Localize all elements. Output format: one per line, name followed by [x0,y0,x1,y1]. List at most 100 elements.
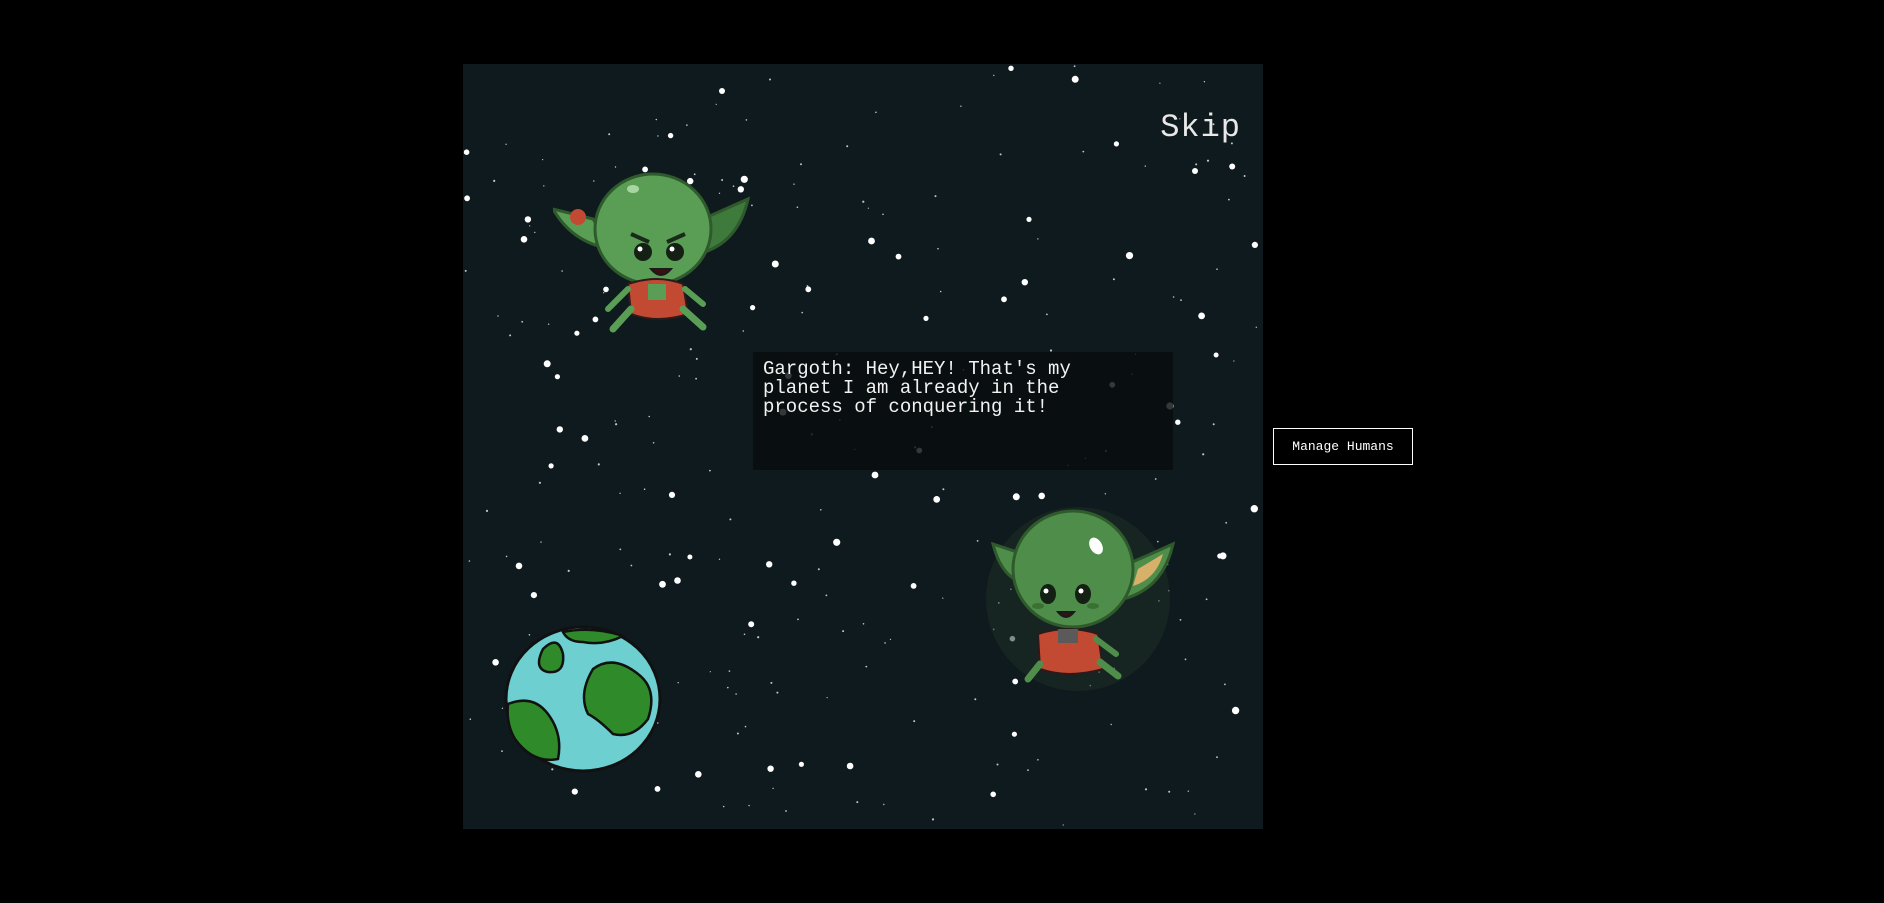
dialog-box: Gargoth: Hey,HEY! That's my planet I am … [753,352,1173,470]
star [1184,658,1187,661]
star [1104,493,1107,495]
gargoth-alien-sprite [553,172,751,333]
star [735,693,737,695]
star [1213,352,1219,358]
star [468,560,471,562]
star [1233,360,1235,362]
star [729,518,732,521]
star [619,492,621,494]
star [1202,453,1205,456]
star [659,580,666,588]
star [797,618,799,621]
star [1026,216,1032,222]
star [654,786,661,792]
star [509,334,512,337]
star [567,569,570,572]
star [464,269,467,272]
star [801,311,803,314]
star [796,206,799,208]
star [1159,82,1161,84]
star [748,804,750,807]
star [910,583,917,589]
star [1112,278,1115,281]
star [520,236,528,243]
star [937,247,939,250]
star [1224,683,1226,686]
star [493,179,496,182]
star [1250,505,1258,513]
star [657,135,659,137]
star [865,665,868,668]
star [960,105,962,107]
star [805,286,812,293]
star [542,159,544,161]
star [677,682,679,684]
star [667,132,674,139]
star [1062,824,1064,826]
star [791,580,797,586]
star [942,488,945,491]
star [554,374,560,380]
star [709,671,711,673]
star [652,442,655,444]
star [875,111,877,114]
star [1216,268,1218,270]
star [540,541,542,543]
star [619,548,622,551]
star [718,558,721,560]
star [833,538,841,546]
star [883,803,885,806]
star [469,718,472,720]
star [1038,492,1045,500]
star [923,315,929,321]
star [990,791,996,798]
star [1144,788,1148,791]
star [1125,252,1134,260]
star [530,592,537,599]
star [668,491,676,498]
star [1179,619,1182,621]
star [826,697,828,699]
star [687,554,693,560]
star [895,253,902,260]
star [785,810,787,812]
star [543,185,545,187]
star [1011,731,1018,737]
star [505,143,507,145]
manage-humans-button[interactable]: Manage Humans [1273,428,1413,465]
star [505,555,508,558]
star [571,788,578,795]
star [547,323,550,325]
dialog-text: Gargoth: Hey,HEY! That's my planet I am … [763,358,1071,418]
star [856,801,859,804]
star [931,818,935,821]
star [1187,790,1189,792]
star [1027,769,1029,771]
skip-button[interactable]: Skip [1160,109,1241,146]
star [800,163,802,166]
star [846,762,854,770]
star [846,145,849,148]
star [1192,168,1198,174]
star [767,765,774,772]
star [556,426,563,433]
star [668,553,671,556]
star [993,74,995,77]
star [543,360,551,368]
star [744,725,747,728]
star [825,594,828,597]
game-canvas[interactable]: Skip Gargoth: Hey,HEY! That's my planet … [463,64,1263,829]
star [709,469,711,472]
star [770,681,773,684]
star [1212,423,1215,426]
star [515,562,523,570]
star [534,231,536,234]
star [1195,163,1198,166]
star [695,771,702,778]
star [1198,312,1205,320]
star [643,488,646,491]
star [996,763,999,766]
star [492,659,499,666]
star [1194,813,1196,815]
star [817,568,820,571]
